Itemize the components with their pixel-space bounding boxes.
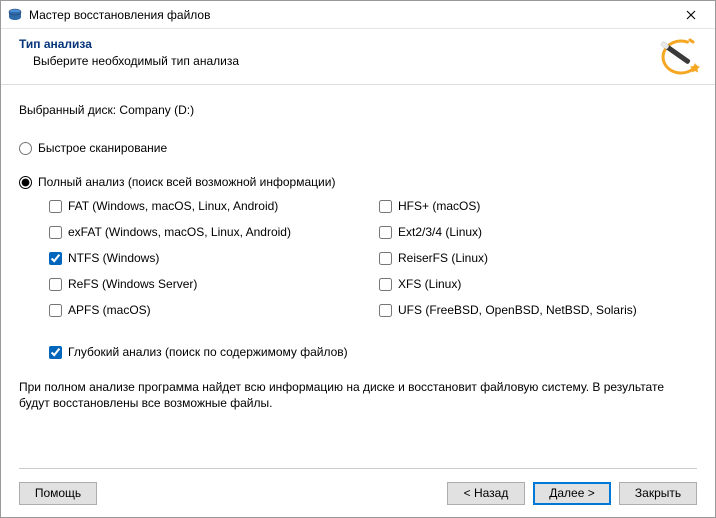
radio-quick-scan-label: Быстрое сканирование (38, 141, 167, 155)
checkbox-fat-input[interactable] (49, 200, 62, 213)
radio-full-scan-label: Полный анализ (поиск всей возможной инфо… (38, 175, 335, 189)
checkbox-hfs-input[interactable] (379, 200, 392, 213)
selected-disk-label: Выбранный диск: Company (D:) (19, 103, 697, 117)
checkbox-ext-label: Ext2/3/4 (Linux) (398, 225, 482, 239)
checkbox-apfs-input[interactable] (49, 304, 62, 317)
next-button[interactable]: Далее > (533, 482, 611, 505)
checkbox-fat-label: FAT (Windows, macOS, Linux, Android) (68, 199, 278, 213)
checkbox-refs-input[interactable] (49, 278, 62, 291)
checkbox-ufs-label: UFS (FreeBSD, OpenBSD, NetBSD, Solaris) (398, 303, 637, 317)
window-title: Мастер восстановления файлов (29, 8, 671, 22)
radio-full-scan-input[interactable] (19, 176, 32, 189)
selected-disk-prefix: Выбранный диск: (19, 103, 116, 117)
checkbox-reiserfs-label: ReiserFS (Linux) (398, 251, 488, 265)
wizard-header: Тип анализа Выберите необходимый тип ана… (1, 29, 715, 85)
checkbox-ntfs-input[interactable] (49, 252, 62, 265)
close-button[interactable] (671, 1, 711, 28)
checkbox-ntfs-label: NTFS (Windows) (68, 251, 159, 265)
page-heading: Тип анализа (19, 37, 697, 51)
help-button[interactable]: Помощь (19, 482, 97, 505)
checkbox-deep-scan[interactable]: Глубокий анализ (поиск по содержимому фа… (49, 345, 697, 359)
checkbox-refs-label: ReFS (Windows Server) (68, 277, 197, 291)
checkbox-deep-scan-input[interactable] (49, 346, 62, 359)
radio-quick-scan[interactable]: Быстрое сканирование (19, 141, 697, 155)
checkbox-exfat-label: exFAT (Windows, macOS, Linux, Android) (68, 225, 291, 239)
checkbox-fat[interactable]: FAT (Windows, macOS, Linux, Android) (49, 199, 379, 213)
checkbox-hfs-label: HFS+ (macOS) (398, 199, 480, 213)
checkbox-ntfs[interactable]: NTFS (Windows) (49, 251, 379, 265)
selected-disk-value: Company (D:) (119, 103, 194, 117)
page-subheading: Выберите необходимый тип анализа (33, 54, 697, 68)
checkbox-xfs-input[interactable] (379, 278, 392, 291)
radio-quick-scan-input[interactable] (19, 142, 32, 155)
app-icon (7, 7, 23, 23)
titlebar: Мастер восстановления файлов (1, 1, 715, 29)
checkbox-apfs[interactable]: APFS (macOS) (49, 303, 379, 317)
checkbox-hfs[interactable]: HFS+ (macOS) (379, 199, 697, 213)
checkbox-apfs-label: APFS (macOS) (68, 303, 151, 317)
filesystem-grid: FAT (Windows, macOS, Linux, Android) HFS… (49, 199, 697, 317)
checkbox-xfs-label: XFS (Linux) (398, 277, 461, 291)
checkbox-deep-scan-label: Глубокий анализ (поиск по содержимому фа… (68, 345, 348, 359)
checkbox-refs[interactable]: ReFS (Windows Server) (49, 277, 379, 291)
radio-full-scan[interactable]: Полный анализ (поиск всей возможной инфо… (19, 175, 697, 189)
checkbox-reiserfs-input[interactable] (379, 252, 392, 265)
checkbox-exfat[interactable]: exFAT (Windows, macOS, Linux, Android) (49, 225, 379, 239)
checkbox-ext-input[interactable] (379, 226, 392, 239)
checkbox-ufs-input[interactable] (379, 304, 392, 317)
wizard-content: Выбранный диск: Company (D:) Быстрое ска… (1, 85, 715, 411)
checkbox-exfat-input[interactable] (49, 226, 62, 239)
wizard-wand-icon (657, 35, 705, 79)
description-text: При полном анализе программа найдет всю … (19, 379, 697, 411)
wizard-footer: Помощь < Назад Далее > Закрыть (1, 469, 715, 517)
checkbox-ufs[interactable]: UFS (FreeBSD, OpenBSD, NetBSD, Solaris) (379, 303, 697, 317)
checkbox-ext[interactable]: Ext2/3/4 (Linux) (379, 225, 697, 239)
checkbox-reiserfs[interactable]: ReiserFS (Linux) (379, 251, 697, 265)
close-footer-button[interactable]: Закрыть (619, 482, 697, 505)
checkbox-xfs[interactable]: XFS (Linux) (379, 277, 697, 291)
back-button[interactable]: < Назад (447, 482, 525, 505)
